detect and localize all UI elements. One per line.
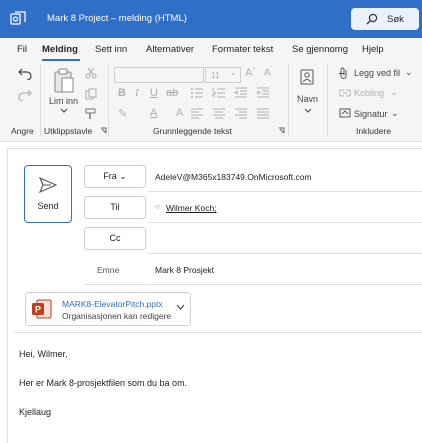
- svg-text:P: P: [35, 305, 41, 315]
- group-label-undo: Angre: [11, 126, 34, 136]
- tab-insert[interactable]: Sett inn: [95, 44, 127, 55]
- group-divider: [108, 64, 109, 136]
- cc-label: Cc: [109, 233, 121, 243]
- names-label[interactable]: Navn: [297, 94, 318, 104]
- field-divider: [148, 222, 422, 223]
- signature-button[interactable]: Signatur: [354, 109, 388, 119]
- chevron-down-icon[interactable]: [176, 304, 185, 311]
- font-size-combo[interactable]: 11 ⌄: [205, 67, 241, 83]
- body-text[interactable]: Her er Mark 8-prosjektfilen som du ba om…: [19, 378, 187, 388]
- link-button[interactable]: Kobling: [354, 88, 384, 98]
- from-button[interactable]: Fra ⌄: [84, 165, 146, 188]
- dialog-launcher-icon[interactable]: [100, 127, 107, 134]
- paperclip-icon: [340, 67, 347, 79]
- increase-indent-icon[interactable]: [256, 87, 270, 99]
- underline-icon[interactable]: U: [150, 87, 158, 99]
- copy-icon[interactable]: [85, 88, 97, 100]
- tab-file[interactable]: Fil: [17, 44, 27, 55]
- justify-icon[interactable]: [256, 108, 270, 120]
- link-icon: [339, 89, 351, 97]
- clear-format-icon[interactable]: A: [176, 107, 183, 119]
- attachment-filename: MARK8-ElevatorPitch.pptx: [62, 299, 163, 309]
- field-divider: [14, 332, 422, 333]
- outlook-compose-icon: [10, 11, 26, 25]
- chevron-down-icon[interactable]: ⌄: [405, 67, 413, 78]
- paste-label[interactable]: Lim inn: [49, 96, 78, 106]
- chevron-down-icon[interactable]: ⌄: [390, 87, 398, 98]
- group-label-clipboard: Utklippstavle: [44, 126, 93, 136]
- strikethrough-icon[interactable]: ab: [166, 87, 178, 99]
- group-label-basic-text: Grunnleggende tekst: [153, 126, 232, 136]
- address-book-icon[interactable]: [300, 69, 314, 85]
- search-box[interactable]: Søk: [351, 8, 419, 30]
- paste-icon[interactable]: [53, 68, 75, 94]
- dialog-launcher-icon[interactable]: [278, 127, 285, 134]
- presence-icon: ○: [155, 202, 160, 211]
- tab-help[interactable]: Hjelp: [362, 44, 384, 55]
- to-recipient[interactable]: Wilmer Koch;: [166, 203, 217, 213]
- tab-message[interactable]: Melding: [42, 44, 78, 55]
- chevron-down-icon: ⌄: [119, 171, 127, 181]
- group-label-include: Inkludere: [356, 126, 391, 136]
- group-divider: [288, 64, 289, 136]
- shrink-font-icon[interactable]: Aˇ: [264, 67, 273, 78]
- font-size-value: 11: [211, 70, 220, 80]
- ribbon: Angre Lim inn Utklippstavle 11 ⌄ A^ Aˇ B…: [0, 61, 422, 142]
- menu-bar: Fil Melding Sett inn Alternativer Format…: [0, 38, 422, 61]
- tab-review[interactable]: Se gjennomgang: [292, 44, 348, 55]
- subject-label: Emne: [97, 265, 120, 275]
- field-divider: [148, 253, 422, 254]
- align-left-icon[interactable]: [190, 108, 204, 120]
- from-address: AdeleV@M365x183749.OnMicrosoft.com: [155, 172, 312, 182]
- chevron-down-icon: ⌄: [230, 68, 237, 77]
- attachment-chip[interactable]: P MARK8-ElevatorPitch.pptx Organisasjone…: [25, 292, 191, 326]
- attachment-permission: Organisasjonen kan redigere: [62, 311, 172, 321]
- grow-font-icon[interactable]: A^: [245, 67, 255, 79]
- title-bar: Mark 8 Project – melding (HTML) Søk: [0, 0, 422, 38]
- tab-format-text[interactable]: Formater tekst: [212, 44, 273, 55]
- redo-icon[interactable]: [18, 87, 32, 101]
- from-label: Fra: [103, 171, 117, 181]
- body-signature[interactable]: Kjellaug: [19, 407, 51, 417]
- field-divider: [148, 191, 422, 192]
- attach-file-button[interactable]: Legg ved fil: [354, 68, 400, 78]
- format-painter-icon[interactable]: [85, 108, 97, 120]
- decrease-indent-icon[interactable]: [234, 87, 248, 99]
- undo-icon[interactable]: [18, 66, 32, 80]
- chevron-down-icon[interactable]: [304, 108, 312, 114]
- window-title: Mark 8 Project – melding (HTML): [47, 13, 187, 24]
- align-right-icon[interactable]: [234, 108, 248, 120]
- body-greeting[interactable]: Hei, Wilmer,: [19, 349, 68, 359]
- subject-input[interactable]: Mark 8 Prosjekt: [155, 265, 214, 275]
- send-label: Send: [37, 201, 59, 211]
- highlight-icon[interactable]: ✎: [118, 107, 127, 120]
- to-label: Til: [110, 202, 120, 212]
- bullets-icon[interactable]: [190, 87, 204, 99]
- search-icon: [366, 13, 378, 25]
- align-center-icon[interactable]: [212, 108, 226, 120]
- numbering-icon[interactable]: [212, 87, 226, 99]
- chevron-down-icon[interactable]: ⌄: [391, 108, 399, 119]
- search-label: Søk: [387, 14, 404, 25]
- to-button[interactable]: Til: [84, 196, 146, 219]
- signature-icon: [339, 108, 351, 118]
- chevron-down-icon[interactable]: [60, 108, 68, 114]
- italic-icon[interactable]: I: [135, 87, 139, 99]
- font-color-icon[interactable]: A: [150, 107, 157, 119]
- bold-icon[interactable]: B: [118, 87, 126, 99]
- powerpoint-icon: P: [32, 299, 52, 319]
- font-family-combo[interactable]: [114, 67, 204, 83]
- send-button[interactable]: Send: [24, 165, 72, 223]
- cut-icon[interactable]: [85, 67, 97, 79]
- field-divider: [84, 284, 422, 285]
- send-icon: [39, 177, 57, 193]
- group-divider: [327, 64, 328, 136]
- group-divider: [40, 64, 41, 136]
- cc-button[interactable]: Cc: [84, 227, 146, 250]
- tab-options[interactable]: Alternativer: [146, 44, 194, 55]
